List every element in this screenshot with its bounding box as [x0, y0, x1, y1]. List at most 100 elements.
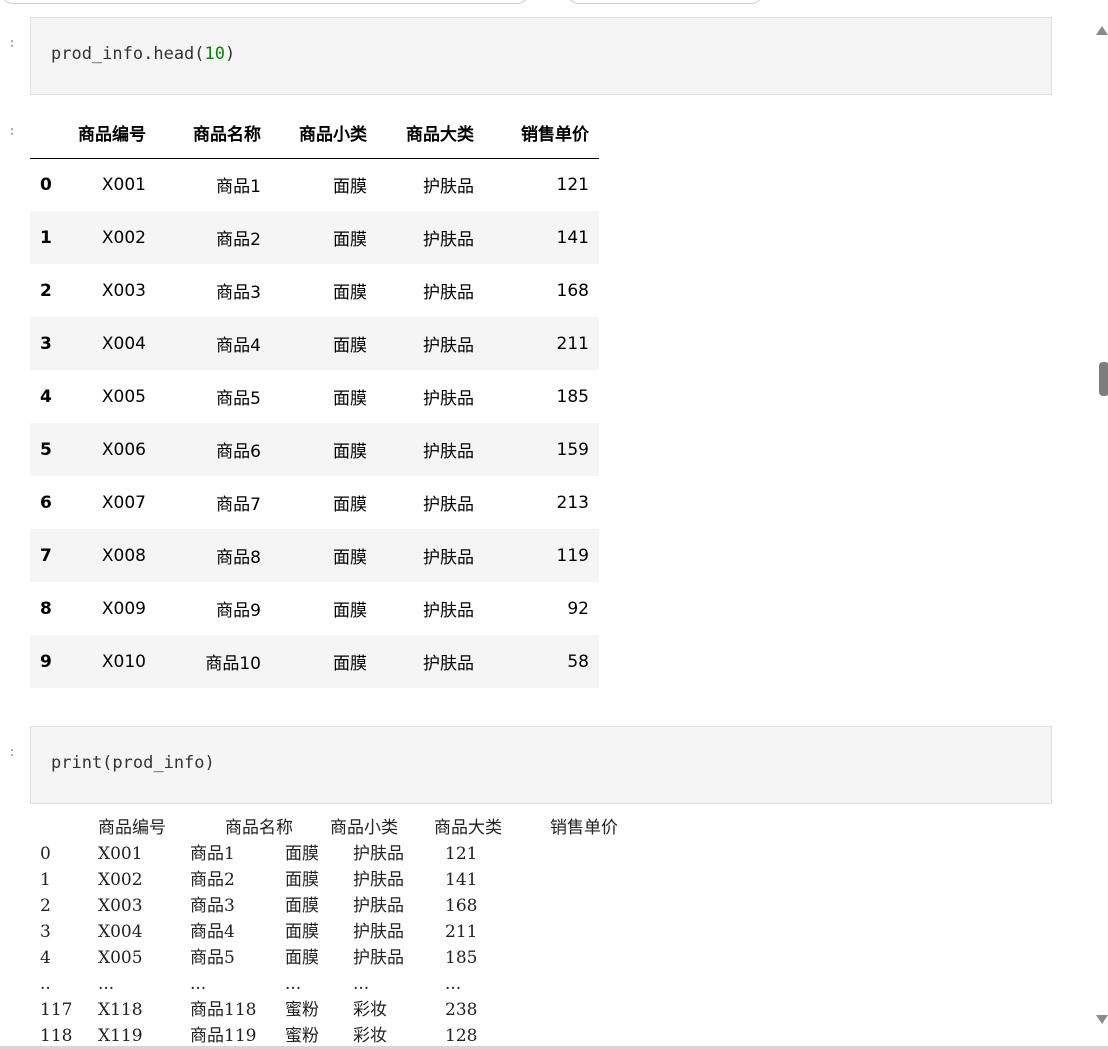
print-cell: 1	[40, 870, 51, 890]
code-text: prod_info.head(10)	[51, 44, 236, 64]
column-header: 商品编号	[66, 108, 156, 159]
print-cell: ..	[40, 974, 51, 994]
table-cell: X006	[101, 439, 146, 460]
row-index: 1	[40, 227, 52, 248]
row-index: 0	[40, 174, 52, 195]
table-cell: 面膜	[333, 389, 367, 409]
table-cell: 213	[556, 492, 589, 513]
print-cell: ...	[285, 974, 302, 994]
cell-prompt: :	[8, 36, 16, 51]
row-index: 7	[40, 545, 52, 566]
table-cell: X003	[101, 280, 146, 301]
print-cell: X001	[98, 844, 143, 864]
row-index: 6	[40, 492, 52, 513]
column-header: 商品大类	[377, 108, 484, 159]
table-cell: 护肤品	[423, 336, 474, 356]
print-cell: X005	[98, 948, 143, 968]
print-cell: 商品4	[190, 922, 235, 942]
print-cell: X004	[98, 922, 143, 942]
print-cell: 121	[445, 844, 478, 864]
print-header-cell: 商品名称	[225, 818, 293, 838]
table-cell: 护肤品	[423, 283, 474, 303]
print-cell: 面膜	[285, 922, 319, 942]
print-cell: 面膜	[285, 844, 319, 864]
table-cell: 面膜	[333, 495, 367, 515]
print-header-cell: 商品小类	[330, 818, 398, 838]
table-cell: 护肤品	[423, 654, 474, 674]
row-index: 5	[40, 439, 52, 460]
print-cell: 面膜	[285, 896, 319, 916]
table-row: 5 X006 商品6 面膜 护肤品 159	[30, 423, 599, 476]
scrollbar-thumb[interactable]	[1099, 362, 1108, 396]
print-cell: 117	[40, 1000, 73, 1020]
table-row: 3 X004 商品4 面膜 护肤品 211	[30, 317, 599, 370]
row-index: 9	[40, 651, 52, 672]
toolbar-input-right[interactable]	[566, 0, 764, 4]
table-cell: 商品8	[216, 548, 261, 568]
table-cell: X009	[101, 598, 146, 619]
table-cell: 面膜	[333, 336, 367, 356]
table-cell: X010	[101, 651, 146, 672]
table-row: 1 X002 商品2 面膜 护肤品 141	[30, 211, 599, 264]
print-header-cell: 商品大类	[434, 818, 502, 838]
code-cell-head[interactable]: prod_info.head(10)	[30, 17, 1052, 95]
row-index: 8	[40, 598, 52, 619]
print-cell: 护肤品	[353, 844, 404, 864]
print-cell: 185	[445, 948, 478, 968]
print-cell: 面膜	[285, 870, 319, 890]
print-cell: 彩妆	[353, 1000, 387, 1020]
table-cell: 护肤品	[423, 601, 474, 621]
table-cell: 面膜	[333, 230, 367, 250]
print-cell: 141	[445, 870, 478, 890]
table-cell: 92	[567, 598, 589, 619]
print-cell: X118	[98, 1000, 143, 1020]
table-cell: 141	[556, 227, 589, 248]
scroll-up-arrow-icon[interactable]	[1096, 26, 1108, 35]
table-cell: 商品3	[216, 283, 261, 303]
toolbar-input-left[interactable]	[0, 0, 530, 4]
print-cell: 商品1	[190, 844, 235, 864]
table-row: 2 X003 商品3 面膜 护肤品 168	[30, 264, 599, 317]
print-cell: 0	[40, 844, 51, 864]
print-header-cell: 商品编号	[98, 818, 166, 838]
print-cell: 168	[445, 896, 478, 916]
table-row: 8 X009 商品9 面膜 护肤品 92	[30, 582, 599, 635]
column-header: 商品名称	[156, 108, 271, 159]
table-cell: 商品7	[216, 495, 261, 515]
print-cell: ...	[98, 974, 115, 994]
table-cell: 商品6	[216, 442, 261, 462]
table-cell: 护肤品	[423, 389, 474, 409]
print-cell: 商品2	[190, 870, 235, 890]
code-cell-print[interactable]: print(prod_info)	[30, 726, 1052, 804]
table-cell: 护肤品	[423, 177, 474, 198]
table-cell: X005	[101, 386, 146, 407]
print-cell: 4	[40, 948, 51, 968]
scroll-down-arrow-icon[interactable]	[1096, 1015, 1108, 1024]
index-header	[30, 108, 66, 159]
table-row: 6 X007 商品7 面膜 护肤品 213	[30, 476, 599, 529]
table-cell: 护肤品	[423, 495, 474, 515]
table-cell: 商品10	[205, 654, 261, 674]
table-header-row: 商品编号 商品名称 商品小类 商品大类 销售单价	[30, 108, 599, 159]
table-cell: 58	[567, 651, 589, 672]
table-cell: X008	[101, 545, 146, 566]
print-cell: 238	[445, 1000, 478, 1020]
table-cell: 面膜	[333, 442, 367, 462]
column-header: 商品小类	[271, 108, 377, 159]
table-cell: 面膜	[333, 177, 367, 198]
table-cell: 商品5	[216, 389, 261, 409]
table-cell: 211	[556, 333, 589, 354]
print-cell: 护肤品	[353, 896, 404, 916]
table-cell: 护肤品	[423, 230, 474, 250]
table-cell: 商品2	[216, 230, 261, 250]
table-cell: X007	[101, 492, 146, 513]
dataframe-table: 商品编号 商品名称 商品小类 商品大类 销售单价 0 X001 商品1 面膜 护肤品 12…	[30, 108, 599, 688]
print-cell: 蜜粉	[285, 1000, 319, 1020]
table-cell: 护肤品	[423, 442, 474, 462]
table-cell: 商品9	[216, 601, 261, 621]
print-cell: X003	[98, 896, 143, 916]
table-cell: 面膜	[333, 283, 367, 303]
table-row: 4 X005 商品5 面膜 护肤品 185	[30, 370, 599, 423]
cell-prompt: :	[8, 745, 16, 760]
table-cell: X004	[101, 333, 146, 354]
